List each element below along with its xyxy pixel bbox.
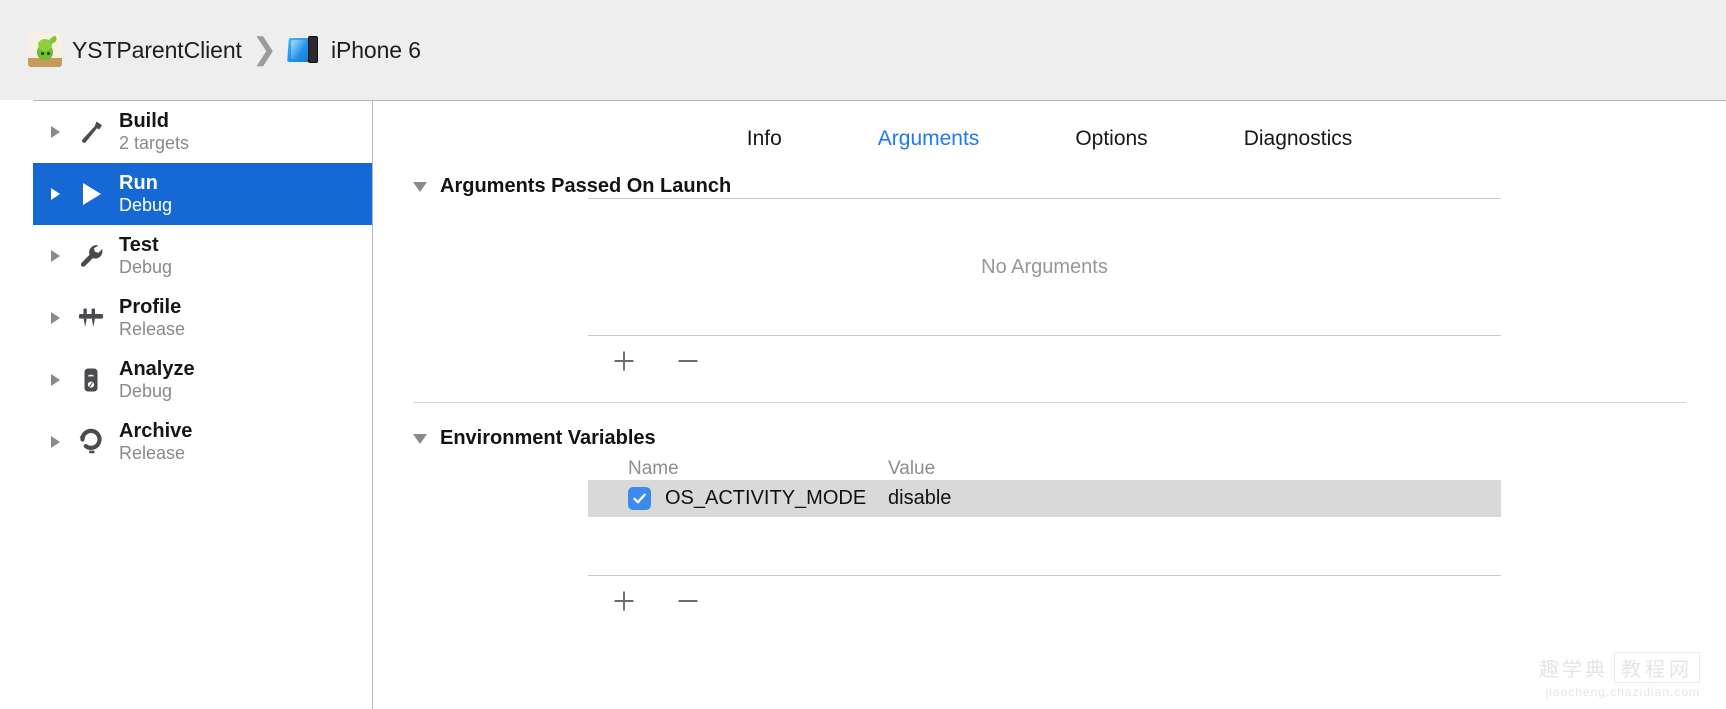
sidebar-item-title: Archive — [119, 420, 192, 442]
tab-bar: Info Arguments Options Diagnostics — [373, 101, 1726, 151]
disclosure-triangle-icon[interactable] — [51, 188, 60, 200]
environment-table-header: Name Value — [588, 458, 1501, 480]
environment-table: Name Value OS_ACTIVITY_MODE disable — [588, 458, 1501, 616]
remove-argument-button[interactable] — [668, 346, 708, 376]
scheme-action-list: Build 2 targets Run Debug — [33, 101, 373, 709]
chevron-down-icon[interactable] — [413, 434, 427, 444]
watermark-brand-left: 趣学典 — [1539, 653, 1608, 682]
scheme-editor-sheet: Build 2 targets Run Debug — [33, 100, 1726, 709]
column-header-name: Name — [588, 458, 888, 480]
arguments-section-header[interactable]: Arguments Passed On Launch — [413, 175, 1686, 198]
sidebar-item-subtitle: 2 targets — [119, 133, 189, 153]
sidebar-item-archive[interactable]: Archive Release — [33, 411, 372, 473]
sidebar-item-subtitle: Debug — [119, 195, 172, 215]
ios-simulator-icon — [287, 33, 321, 67]
sidebar-item-title: Run — [119, 172, 158, 194]
arguments-section: Arguments Passed On Launch No Arguments — [373, 175, 1726, 376]
device-name-label: iPhone 6 — [331, 37, 421, 64]
arguments-section-title: Arguments Passed On Launch — [440, 175, 731, 198]
app-sprout-icon — [28, 33, 62, 67]
environment-section-title: Environment Variables — [440, 427, 656, 450]
table-bottom-rule — [588, 575, 1501, 576]
sidebar-item-subtitle: Release — [119, 319, 185, 339]
site-watermark: 趣学典 教程网 jiaocheng.chazidian.com — [1539, 652, 1700, 699]
table-row[interactable]: OS_ACTIVITY_MODE disable — [588, 480, 1501, 517]
play-icon — [74, 177, 108, 211]
sidebar-item-title: Profile — [119, 296, 181, 318]
environment-row-name[interactable]: OS_ACTIVITY_MODE — [665, 487, 866, 510]
sidebar-item-profile[interactable]: Profile Release — [33, 287, 372, 349]
arguments-empty-placeholder: No Arguments — [588, 199, 1501, 335]
project-name-label: YSTParentClient — [72, 37, 242, 64]
disclosure-triangle-icon[interactable] — [51, 250, 60, 262]
breadcrumb-project[interactable]: YSTParentClient — [28, 33, 242, 67]
remove-environment-variable-button[interactable] — [668, 586, 708, 616]
scheme-detail-pane: Info Arguments Options Diagnostics Argum… — [373, 101, 1726, 709]
breadcrumb-bar: YSTParentClient ❯ iPhone 6 — [0, 0, 1726, 100]
add-argument-button[interactable] — [604, 346, 644, 376]
environment-table-filler — [588, 517, 1501, 575]
tab-info[interactable]: Info — [747, 127, 782, 151]
disclosure-triangle-icon[interactable] — [51, 312, 60, 324]
gauge-icon — [74, 363, 108, 397]
watermark-url: jiaocheng.chazidian.com — [1539, 685, 1700, 699]
sidebar-item-subtitle: Release — [119, 443, 185, 463]
environment-row-value[interactable]: disable — [888, 487, 1501, 510]
sidebar-item-title: Analyze — [119, 358, 195, 380]
environment-row-checkbox[interactable] — [628, 487, 651, 510]
tab-arguments[interactable]: Arguments — [878, 127, 980, 151]
arguments-table-controls — [588, 346, 1501, 376]
sidebar-item-analyze[interactable]: Analyze Debug — [33, 349, 372, 411]
section-divider — [413, 402, 1686, 403]
disclosure-triangle-icon[interactable] — [51, 374, 60, 386]
sidebar-item-build[interactable]: Build 2 targets — [33, 101, 372, 163]
sidebar-item-subtitle: Debug — [119, 257, 172, 277]
column-header-value: Value — [888, 458, 1501, 480]
sidebar-item-test[interactable]: Test Debug — [33, 225, 372, 287]
tab-options[interactable]: Options — [1075, 127, 1147, 151]
wrench-icon — [74, 239, 108, 273]
chevron-down-icon[interactable] — [413, 182, 427, 192]
caliper-icon — [74, 301, 108, 335]
breadcrumb-separator-icon: ❯ — [252, 35, 277, 65]
environment-table-controls — [588, 586, 1501, 616]
sidebar-item-title: Build — [119, 110, 169, 132]
sidebar-item-run[interactable]: Run Debug — [33, 163, 372, 225]
tab-diagnostics[interactable]: Diagnostics — [1244, 127, 1353, 151]
sidebar-item-title: Test — [119, 234, 159, 256]
disclosure-triangle-icon[interactable] — [51, 126, 60, 138]
hammer-icon — [74, 115, 108, 149]
table-bottom-rule — [588, 335, 1501, 336]
arguments-table: No Arguments — [588, 198, 1501, 376]
sidebar-item-subtitle: Debug — [119, 381, 172, 401]
add-environment-variable-button[interactable] — [604, 586, 644, 616]
archive-icon — [74, 425, 108, 459]
watermark-brand-right: 教程网 — [1614, 652, 1700, 683]
environment-section-header[interactable]: Environment Variables — [413, 427, 1686, 450]
breadcrumb-device[interactable]: iPhone 6 — [287, 33, 421, 67]
disclosure-triangle-icon[interactable] — [51, 436, 60, 448]
environment-section: Environment Variables Name Value OS_ACTI… — [373, 427, 1726, 616]
